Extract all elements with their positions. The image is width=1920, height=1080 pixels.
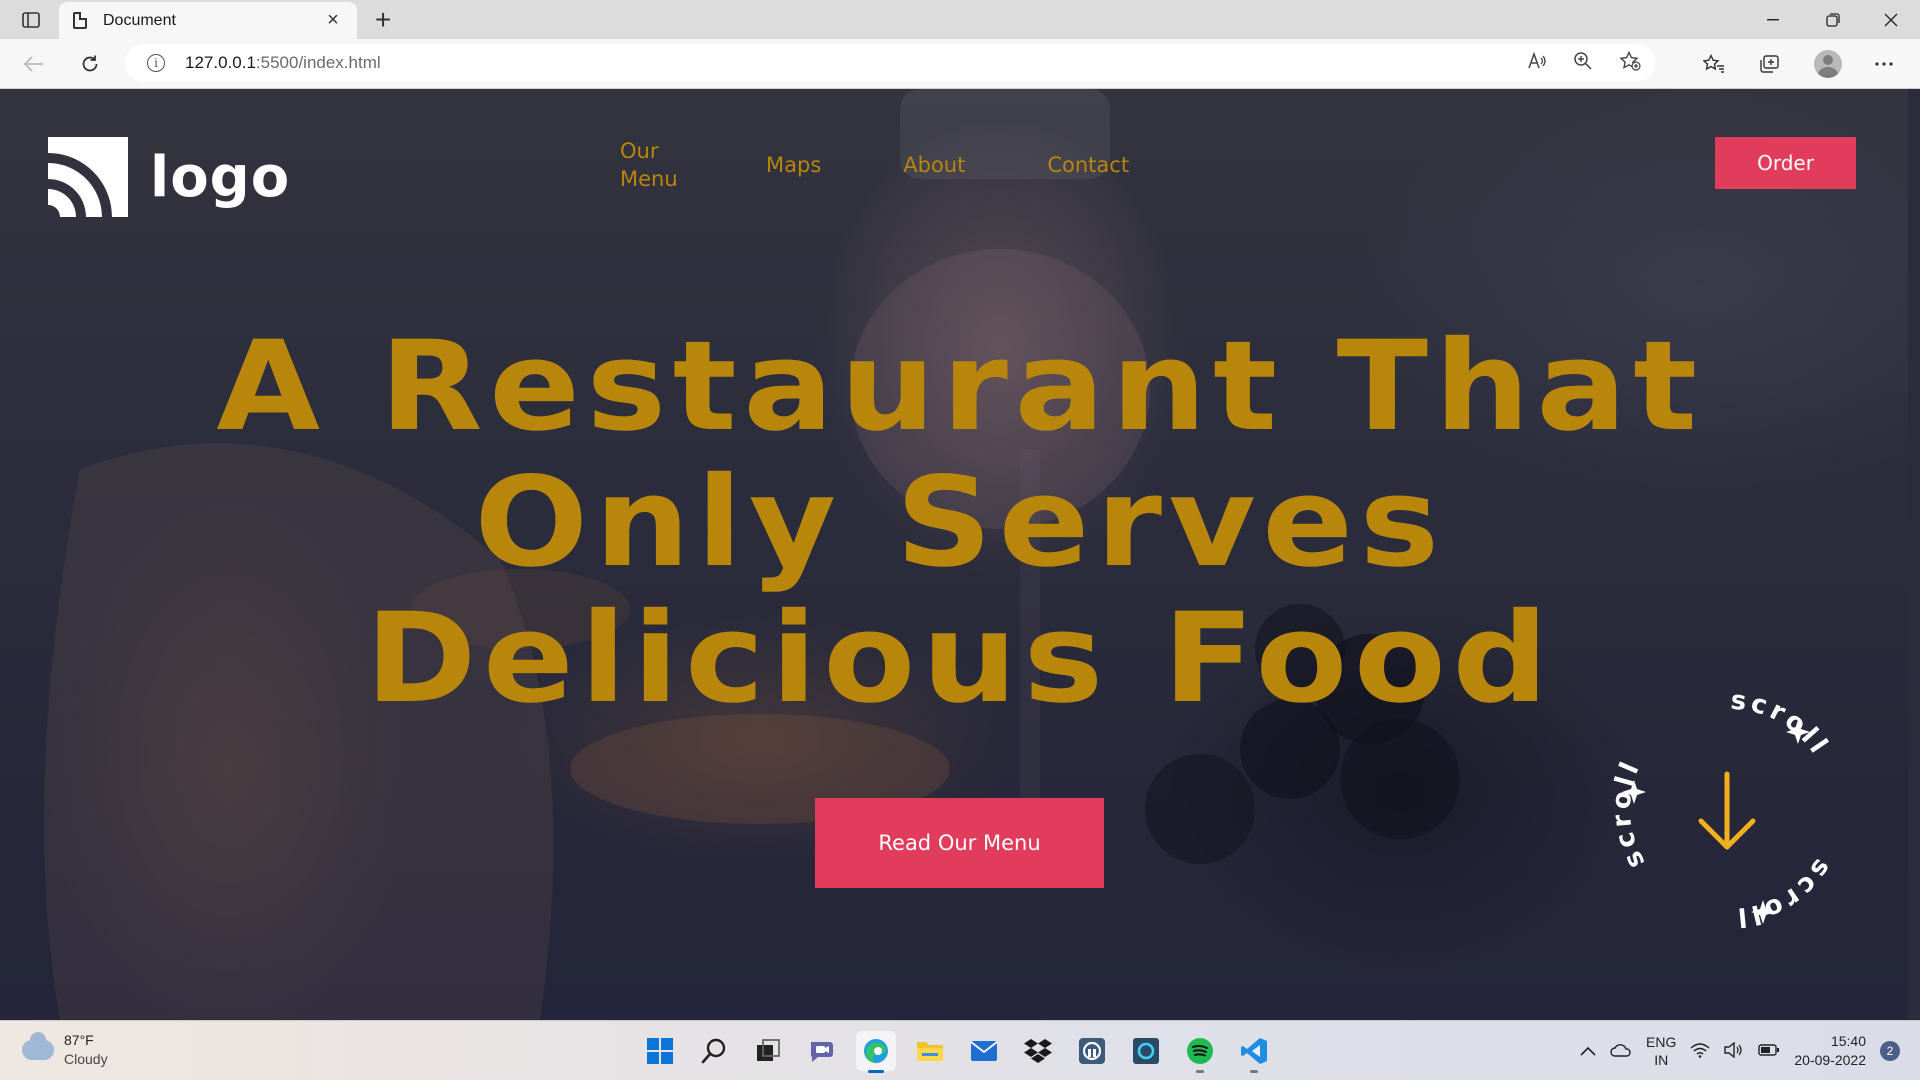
- lang-line-2: IN: [1654, 1052, 1669, 1068]
- favorites-icon[interactable]: [1697, 47, 1731, 81]
- document-icon: [73, 12, 87, 29]
- os-taskbar: 87°F Cloudy ENG IN 15:40 20-09-2022 2: [0, 1020, 1920, 1080]
- scroll-indicator[interactable]: scroll scroll scroll .: [1600, 679, 1860, 939]
- logo-icon: [48, 137, 128, 217]
- windows-start-icon[interactable]: [640, 1031, 680, 1071]
- app-icon[interactable]: [1072, 1031, 1112, 1071]
- scroll-ring-text: scroll: [1729, 686, 1835, 762]
- url-path: :5500/index.html: [255, 53, 381, 72]
- page-scrollbar[interactable]: [1908, 89, 1920, 1020]
- cloud-icon: [22, 1032, 54, 1060]
- chevron-up-icon[interactable]: [1580, 1043, 1596, 1059]
- battery-icon[interactable]: [1758, 1043, 1780, 1059]
- nav-link-maps[interactable]: Maps: [766, 151, 821, 179]
- notification-badge[interactable]: 2: [1880, 1041, 1900, 1061]
- close-window-button[interactable]: [1860, 0, 1920, 39]
- search-icon[interactable]: [694, 1031, 734, 1071]
- url-host: 127.0.0.1: [185, 53, 256, 72]
- main-nav: Our Menu Maps About Contact: [620, 137, 1129, 193]
- page-viewport: logo Our Menu Maps About Contact Order A…: [0, 89, 1920, 1020]
- file-explorer-icon[interactable]: [910, 1031, 950, 1071]
- arrow-down-icon: [1698, 771, 1756, 850]
- restore-button[interactable]: [1802, 0, 1864, 39]
- language-indicator[interactable]: ENG IN: [1646, 1033, 1676, 1069]
- read-menu-button[interactable]: Read Our Menu: [815, 798, 1104, 888]
- teams-chat-icon[interactable]: [802, 1031, 842, 1071]
- dropbox-icon[interactable]: [1018, 1031, 1058, 1071]
- site-info-icon[interactable]: i: [147, 54, 165, 72]
- nav-link-contact[interactable]: Contact: [1047, 151, 1129, 179]
- hero-line-2: Only Serves: [474, 451, 1446, 595]
- nav-link-about[interactable]: About: [903, 151, 965, 179]
- spotify-icon[interactable]: [1180, 1031, 1220, 1073]
- read-aloud-icon[interactable]: [1527, 51, 1547, 75]
- close-tab-icon[interactable]: ×: [323, 9, 343, 32]
- address-bar-row: i 127.0.0.1:5500/index.html: [0, 39, 1920, 89]
- clock-time: 15:40: [1830, 1033, 1866, 1049]
- minimize-button[interactable]: [1742, 0, 1804, 39]
- wifi-icon[interactable]: [1690, 1042, 1710, 1061]
- taskbar-apps: [640, 1031, 1274, 1073]
- edge-browser-icon[interactable]: [856, 1031, 896, 1073]
- weather-temp: 87°F: [64, 1032, 94, 1048]
- vscode-icon[interactable]: [1234, 1031, 1274, 1073]
- hero-line-1: A Restaurant That: [216, 315, 1704, 459]
- refresh-button[interactable]: [73, 47, 107, 81]
- mail-icon[interactable]: [964, 1031, 1004, 1071]
- add-favorite-icon[interactable]: [1619, 50, 1641, 76]
- clock-date: 20-09-2022: [1794, 1052, 1866, 1068]
- zoom-icon[interactable]: [1573, 51, 1593, 76]
- browser-tab[interactable]: Document ×: [59, 2, 357, 39]
- nav-link-our-menu[interactable]: Our Menu: [620, 137, 684, 193]
- more-options-icon[interactable]: [1867, 47, 1901, 81]
- browser-tabbar: Document × +: [0, 0, 1920, 39]
- task-view-icon[interactable]: [748, 1031, 788, 1071]
- url-input[interactable]: i 127.0.0.1:5500/index.html: [125, 44, 1655, 82]
- system-tray: ENG IN 15:40 20-09-2022 2: [1580, 1029, 1900, 1073]
- profile-avatar[interactable]: [1811, 47, 1845, 81]
- site-logo[interactable]: logo: [48, 137, 290, 217]
- weather-widget[interactable]: 87°F Cloudy: [22, 1031, 108, 1069]
- cortana-icon[interactable]: [1126, 1031, 1166, 1071]
- volume-icon[interactable]: [1724, 1041, 1744, 1061]
- clock[interactable]: 15:40 20-09-2022: [1794, 1032, 1866, 1070]
- new-tab-button[interactable]: +: [368, 4, 398, 36]
- avatar-icon: [1814, 50, 1842, 78]
- weather-desc: Cloudy: [64, 1051, 108, 1067]
- hero-heading: A Restaurant That Only Serves Delicious …: [0, 319, 1920, 727]
- back-button[interactable]: [17, 47, 51, 81]
- lang-line-1: ENG: [1646, 1034, 1677, 1050]
- tab-actions-icon[interactable]: [18, 9, 44, 31]
- collections-icon[interactable]: [1752, 47, 1786, 81]
- scroll-ring-text-2: scroll: [1733, 853, 1837, 932]
- logo-text: logo: [150, 144, 291, 210]
- tab-title: Document: [103, 11, 176, 29]
- order-button[interactable]: Order: [1715, 137, 1856, 189]
- scroll-ring-text-3: scroll: [1606, 755, 1651, 874]
- hero: A Restaurant That Only Serves Delicious …: [0, 319, 1920, 727]
- onedrive-icon[interactable]: [1610, 1043, 1632, 1060]
